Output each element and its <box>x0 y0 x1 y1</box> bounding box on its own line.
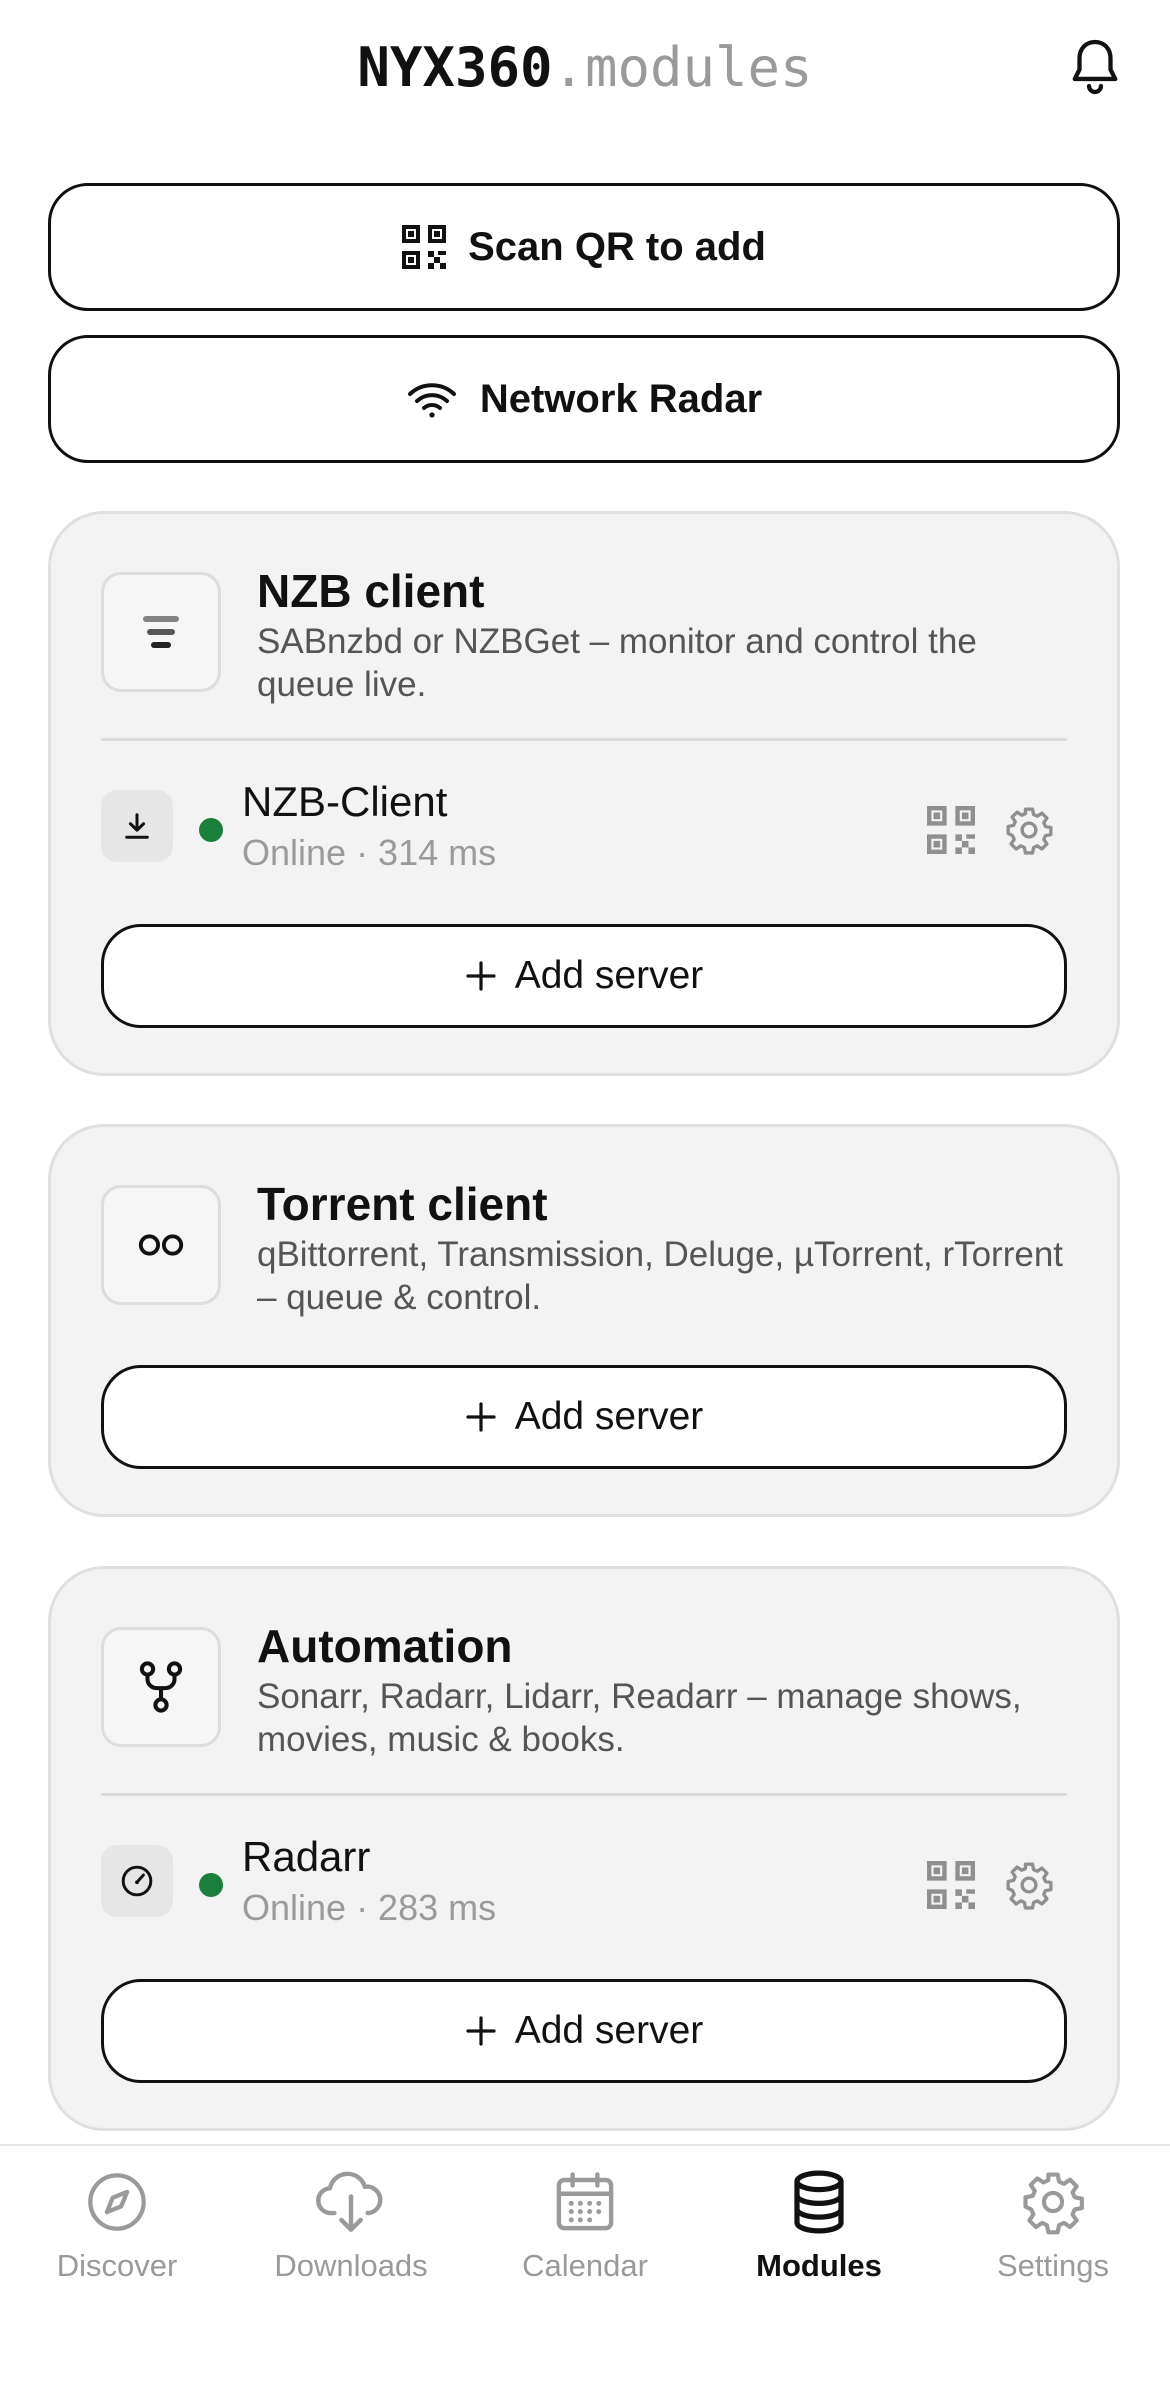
bottom-tab-bar: Discover Downloads Calendar Modules Sett… <box>0 2144 1170 2394</box>
add-server-label: Add server <box>514 954 704 997</box>
tab-label: Discover <box>56 2248 178 2283</box>
module-description: qBittorrent, Transmission, Deluge, µTorr… <box>257 1235 1064 1317</box>
server-qr-button[interactable] <box>925 1859 977 1911</box>
tab-discover[interactable]: Discover <box>0 2166 234 2306</box>
wifi-icon <box>407 383 456 418</box>
status-dot-online <box>199 1873 223 1897</box>
add-server-button[interactable]: Add server <box>101 1365 1067 1469</box>
server-status: Online · 283 ms <box>242 1887 497 1928</box>
notifications-button[interactable] <box>1060 32 1130 102</box>
qr-code-icon <box>927 1861 975 1909</box>
server-status: Online · 314 ms <box>242 832 497 873</box>
app-brand-suffix: .modules <box>552 36 813 99</box>
server-row[interactable]: Radarr Online · 283 ms <box>101 1831 1067 1931</box>
server-settings-button[interactable] <box>1003 1859 1055 1911</box>
module-title: Automation <box>257 1620 513 1672</box>
add-server-button[interactable]: Add server <box>101 1979 1067 2083</box>
server-qr-button[interactable] <box>925 804 977 856</box>
plus-icon <box>466 961 496 991</box>
qr-code-icon <box>402 225 447 269</box>
module-card-torrent: Torrent client qBittorrent, Transmission… <box>48 1124 1120 1517</box>
module-title: Torrent client <box>257 1178 548 1230</box>
scan-qr-button[interactable]: Scan QR to add <box>48 183 1120 311</box>
tab-modules[interactable]: Modules <box>702 2166 936 2306</box>
module-icon-box <box>101 1627 221 1747</box>
server-type-icon-box <box>101 1845 173 1917</box>
server-type-icon-box <box>101 790 173 862</box>
header: NYX360.modules <box>0 0 1170 140</box>
gauge-icon <box>121 1865 153 1897</box>
server-row[interactable]: NZB-Client Online · 314 ms <box>101 776 1067 876</box>
module-description: SABnzbd or NZBGet – monitor and control … <box>257 622 977 704</box>
server-name: Radarr <box>242 1833 371 1880</box>
calendar-icon <box>549 2166 621 2238</box>
add-server-label: Add server <box>514 2009 704 2052</box>
infinity-icon <box>138 1234 184 1256</box>
server-settings-button[interactable] <box>1003 804 1055 856</box>
network-radar-button[interactable]: Network Radar <box>48 335 1120 463</box>
module-card-automation: Automation Sonarr, Radarr, Lidarr, Reada… <box>48 1566 1120 2131</box>
module-description: Sonarr, Radarr, Lidarr, Readarr – manage… <box>257 1677 1022 1759</box>
tab-label: Modules <box>756 2248 882 2283</box>
app-title: NYX360.modules <box>0 36 1170 99</box>
plus-icon <box>466 2016 496 2046</box>
tab-settings[interactable]: Settings <box>936 2166 1170 2306</box>
module-icon-box <box>101 1185 221 1305</box>
download-icon <box>125 813 149 839</box>
divider <box>101 1793 1067 1796</box>
add-server-button[interactable]: Add server <box>101 924 1067 1028</box>
tab-label: Calendar <box>522 2248 648 2283</box>
stack-icon <box>143 616 179 648</box>
tab-label: Downloads <box>274 2248 428 2283</box>
cloud-download-icon <box>315 2166 387 2238</box>
module-icon-box <box>101 572 221 692</box>
status-dot-online <box>199 818 223 842</box>
module-title: NZB client <box>257 565 485 617</box>
bell-icon <box>1072 39 1118 95</box>
database-icon <box>783 2166 855 2238</box>
server-name: NZB-Client <box>242 778 448 825</box>
qr-code-icon <box>927 806 975 854</box>
module-card-nzb: NZB client SABnzbd or NZBGet – monitor a… <box>48 511 1120 1076</box>
tab-label: Settings <box>996 2248 1109 2283</box>
plus-icon <box>466 1402 496 1432</box>
gear-icon <box>1017 2166 1089 2238</box>
scan-qr-label: Scan QR to add <box>468 224 766 269</box>
app-brand: NYX360 <box>357 36 553 99</box>
tab-downloads[interactable]: Downloads <box>234 2166 468 2306</box>
gear-icon <box>1006 1862 1053 1910</box>
modules-screen: NYX360.modules Scan QR to add Network Ra <box>0 0 1170 2394</box>
divider <box>101 738 1067 741</box>
add-server-label: Add server <box>514 1395 704 1438</box>
tab-calendar[interactable]: Calendar <box>468 2166 702 2306</box>
branch-icon <box>139 1661 183 1713</box>
network-radar-label: Network Radar <box>479 376 763 421</box>
gear-icon <box>1006 807 1053 855</box>
compass-icon <box>81 2166 153 2238</box>
